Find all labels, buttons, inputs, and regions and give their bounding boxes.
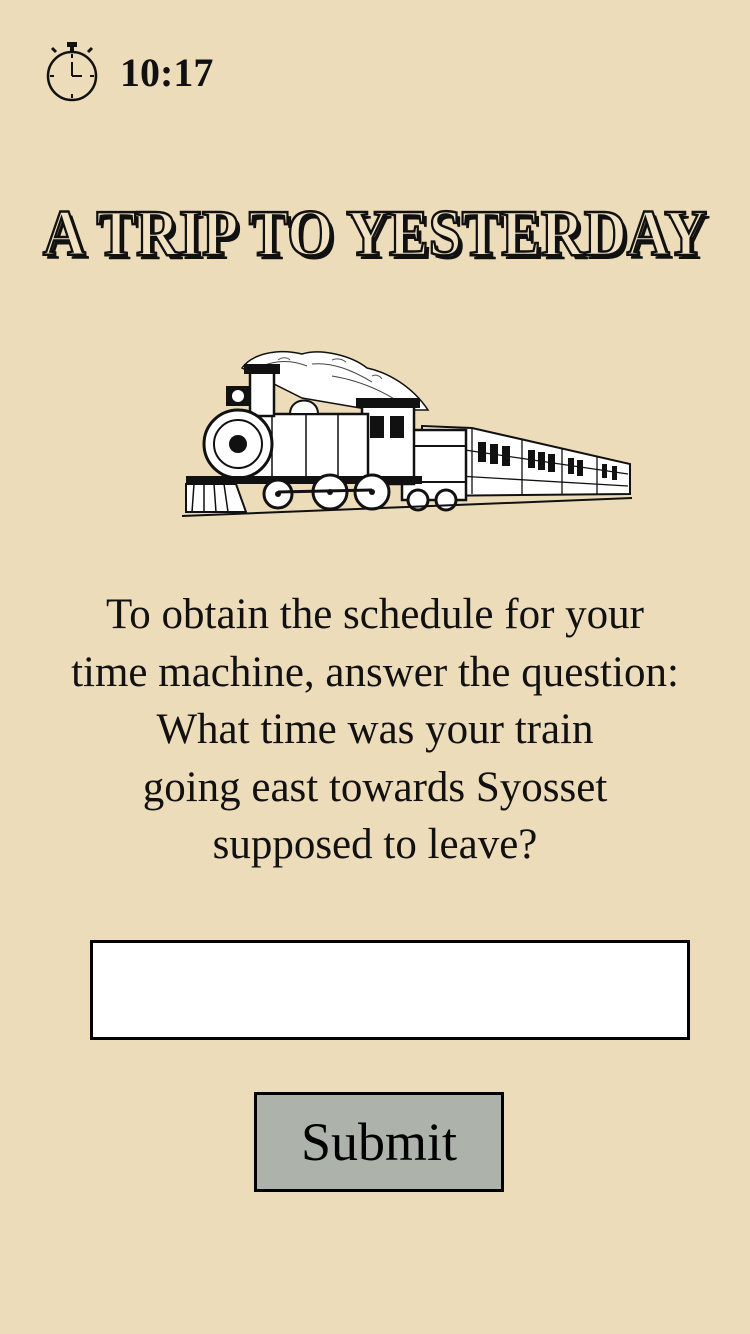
prompt-line: time machine, answer the question: <box>71 648 679 696</box>
question-prompt: To obtain the schedule for your time mac… <box>30 586 720 874</box>
timer-bar: 10:17 <box>44 40 213 104</box>
prompt-line: going east towards Syosset <box>142 763 608 811</box>
countdown-time: 10:17 <box>120 49 214 95</box>
submit-button[interactable]: Submit <box>254 1092 504 1192</box>
page-title: A TRIP TO YESTERDAY <box>42 196 708 272</box>
stopwatch-icon <box>44 40 100 104</box>
prompt-line: supposed to leave? <box>212 821 538 868</box>
steam-locomotive-icon <box>181 346 633 522</box>
prompt-line: What time was your train <box>156 706 594 753</box>
answer-input[interactable] <box>90 940 690 1040</box>
prompt-line: To obtain the schedule for your <box>106 591 644 638</box>
